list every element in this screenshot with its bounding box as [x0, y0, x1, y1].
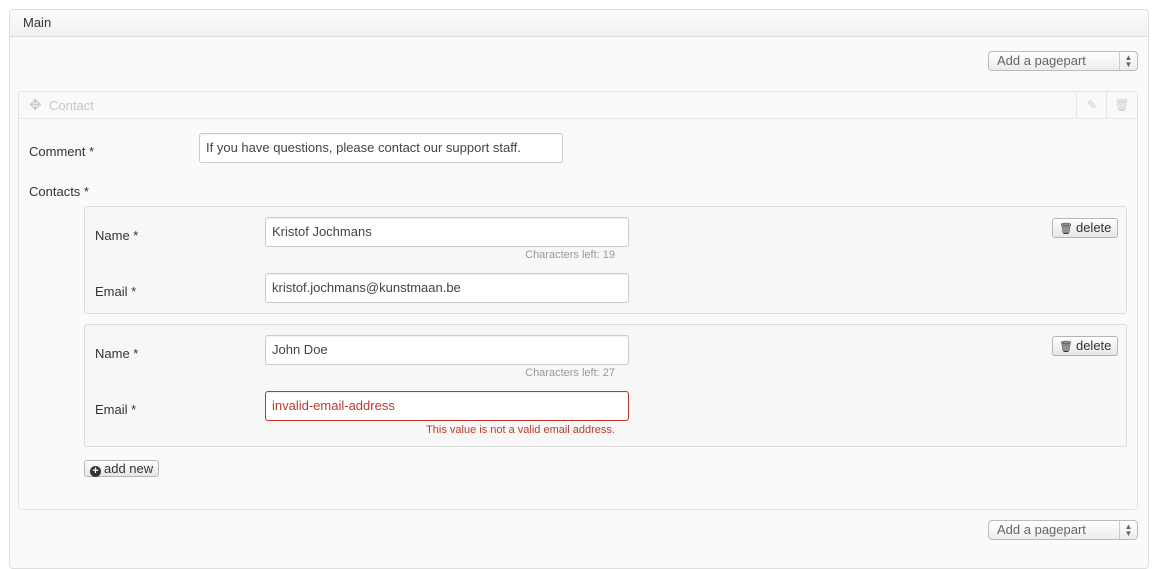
name-label: Name * — [95, 346, 139, 361]
move-icon[interactable]: ✥ — [29, 96, 42, 114]
email-label: Email * — [95, 402, 137, 417]
add-pagepart-label: Add a pagepart — [997, 522, 1086, 537]
name-label: Name * — [95, 228, 139, 243]
characters-left-help: Characters left: 19 — [525, 249, 615, 261]
email-input[interactable]: kristof.jochmans@kunstmaan.be — [265, 273, 629, 303]
add-pagepart-select-bottom[interactable]: Add a pagepart ▲ ▼ — [988, 520, 1138, 540]
add-pagepart-select-top[interactable]: Add a pagepart ▲ ▼ — [988, 51, 1138, 71]
contact-header: ✥ Contact ✎ 🗑 — [19, 92, 1137, 119]
name-input[interactable]: Kristof Jochmans — [265, 217, 629, 247]
delete-button[interactable]: 🗑 delete — [1052, 336, 1119, 356]
trash-icon: 🗑 — [1059, 341, 1073, 353]
contacts-label: Contacts * — [29, 184, 89, 199]
select-arrows-icon: ▲ ▼ — [1119, 52, 1137, 70]
trash-icon[interactable]: 🗑 — [1106, 92, 1137, 118]
select-arrows-icon: ▲ ▼ — [1119, 521, 1137, 539]
edit-icon[interactable]: ✎ — [1076, 92, 1107, 118]
comment-input[interactable]: If you have questions, please contact ou… — [199, 133, 563, 163]
delete-button[interactable]: 🗑 delete — [1052, 218, 1119, 238]
panel-title: Main — [10, 10, 1148, 37]
name-input[interactable]: John Doe — [265, 335, 629, 365]
email-error-message: This value is not a valid email address. — [426, 424, 615, 436]
contact-title: Contact — [49, 98, 94, 113]
trash-icon: 🗑 — [1059, 223, 1073, 235]
plus-circle-icon: + — [90, 466, 101, 477]
add-pagepart-label: Add a pagepart — [997, 53, 1086, 68]
add-new-button[interactable]: + add new — [84, 460, 160, 477]
email-input-invalid[interactable]: invalid-email-address — [265, 391, 629, 421]
characters-left-help: Characters left: 27 — [525, 367, 615, 379]
comment-label: Comment * — [29, 144, 95, 159]
email-label: Email * — [95, 284, 137, 299]
